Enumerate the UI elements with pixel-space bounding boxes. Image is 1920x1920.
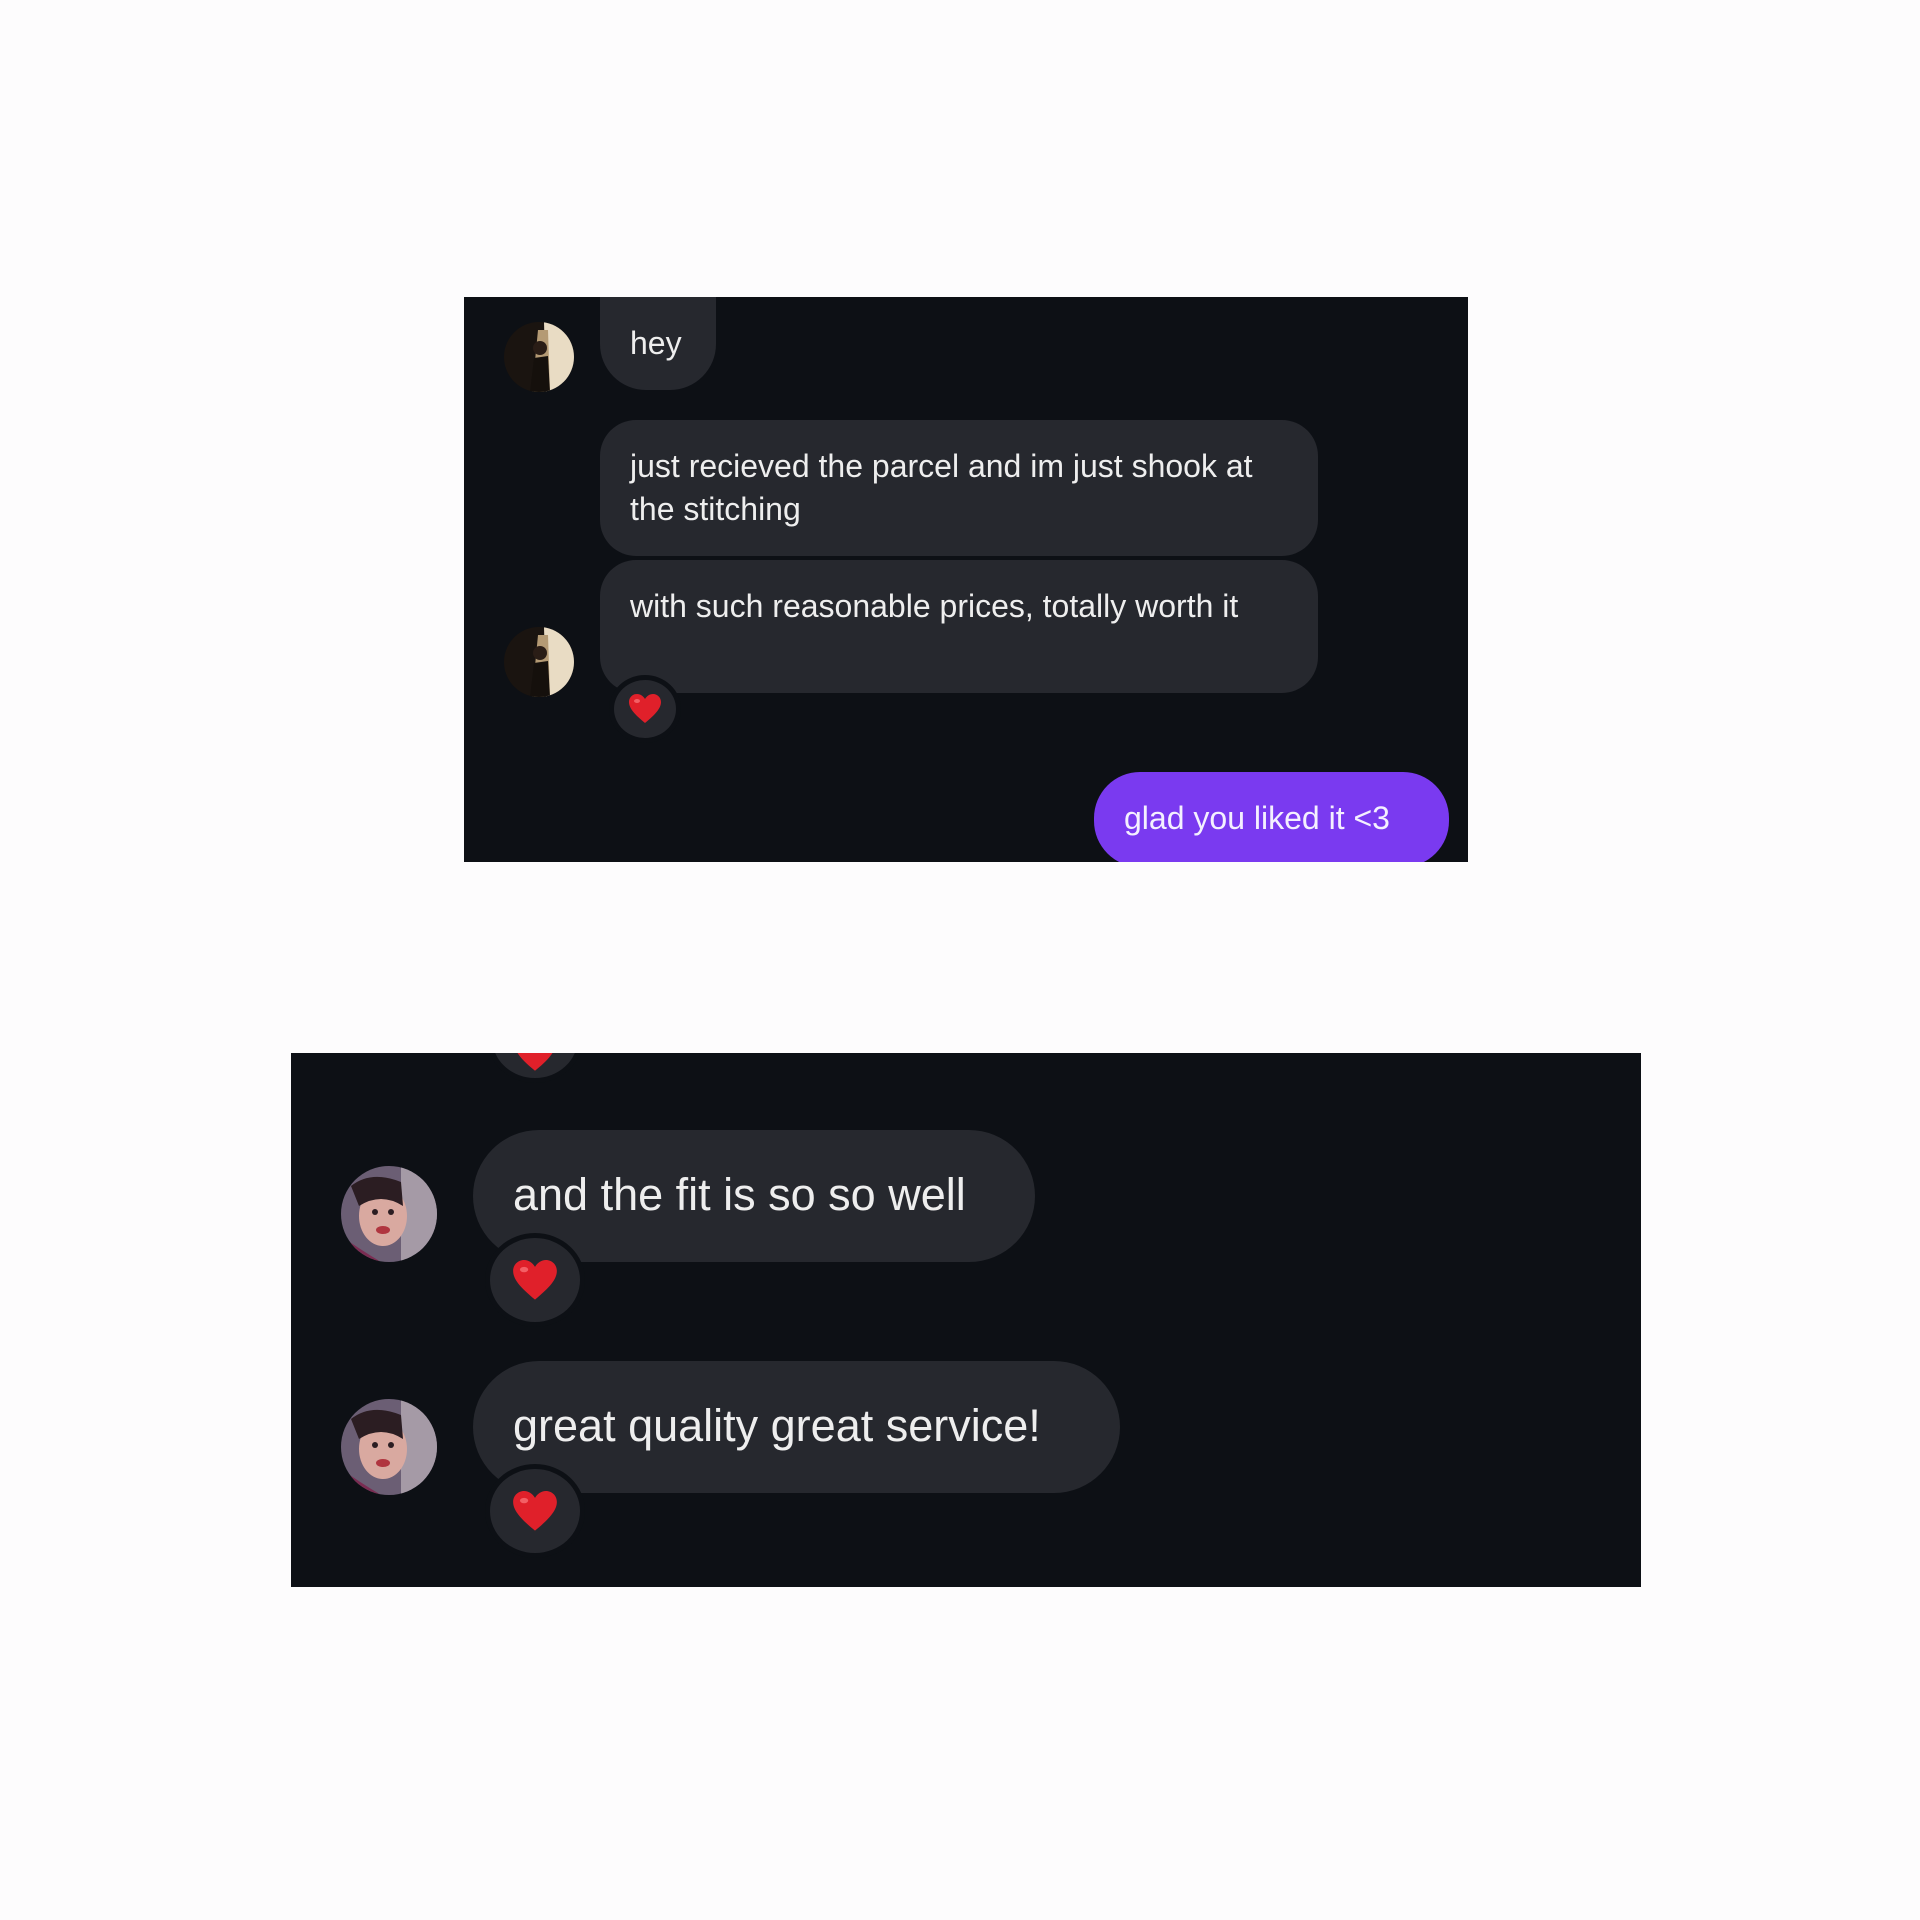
heart-icon: [513, 1259, 557, 1300]
message-bubble-outgoing[interactable]: glad you liked it <3: [1094, 772, 1449, 862]
message-reaction: [487, 1053, 583, 1083]
avatar-photo-icon: [504, 627, 574, 697]
sender-avatar[interactable]: [504, 322, 574, 392]
heart-icon: [513, 1490, 557, 1531]
message-bubble-incoming[interactable]: hey: [600, 297, 716, 390]
message-text: great quality great service!: [513, 1400, 1041, 1451]
message-text: hey: [630, 325, 682, 361]
heart-icon: [517, 1053, 553, 1071]
message-text: and the fit is so so well: [513, 1169, 966, 1220]
avatar-photo-icon: [504, 322, 574, 392]
message-text: glad you liked it <3: [1124, 800, 1390, 836]
message-bubble-incoming[interactable]: great quality great service!: [473, 1361, 1120, 1493]
message-reaction[interactable]: [609, 675, 681, 743]
avatar-photo-icon: [341, 1399, 437, 1495]
message-text: with such reasonable prices, totally wor…: [630, 588, 1239, 624]
sender-avatar[interactable]: [341, 1166, 437, 1262]
avatar-photo-icon: [341, 1166, 437, 1262]
message-bubble-incoming[interactable]: with such reasonable prices, totally wor…: [600, 560, 1318, 693]
chat-screenshot-bottom: and the fit is so so well great quality …: [291, 1053, 1641, 1587]
message-bubble-incoming[interactable]: just recieved the parcel and im just sho…: [600, 420, 1318, 556]
message-text: just recieved the parcel and im just sho…: [630, 448, 1253, 527]
chat-screenshot-top: hey just recieved the parcel and im just…: [464, 297, 1468, 862]
heart-icon: [629, 694, 661, 723]
sender-avatar[interactable]: [504, 627, 574, 697]
message-reaction[interactable]: [485, 1464, 585, 1558]
message-reaction[interactable]: [485, 1233, 585, 1327]
sender-avatar[interactable]: [341, 1399, 437, 1495]
